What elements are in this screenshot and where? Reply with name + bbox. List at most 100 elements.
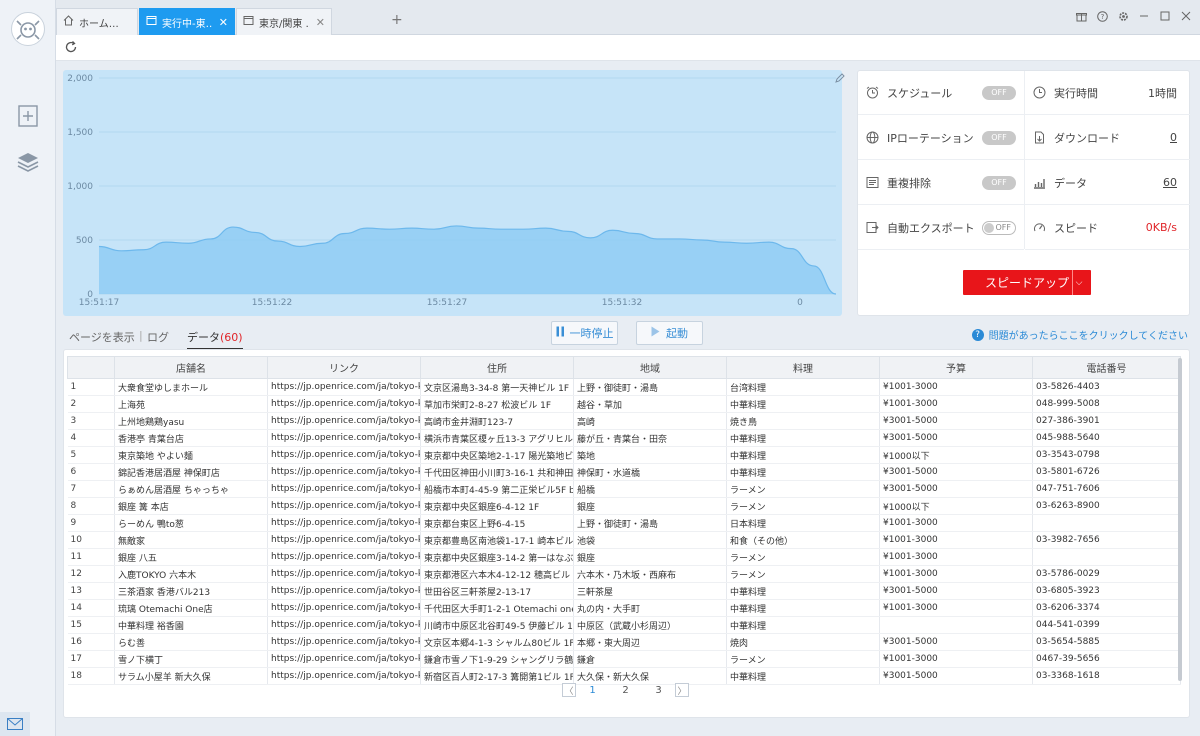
tab-page-view[interactable]: ページを表示	[69, 329, 135, 345]
ip-rotation-toggle[interactable]: OFF	[982, 130, 1016, 145]
run-time-label: 実行時間	[1054, 86, 1098, 100]
column-header[interactable]: 店舗名	[114, 356, 268, 379]
table-row[interactable]: 2上海苑https://jp.openrice.com/ja/tokyo-kan…	[67, 395, 1181, 413]
cell-link: https://jp.openrice.com/ja/tokyo-kanto/…	[267, 531, 421, 549]
pause-button[interactable]: 一時停止	[551, 321, 618, 345]
address-bar	[56, 35, 1200, 61]
table-row[interactable]: 9 らーめん 鴨to葱 https://jp.openrice.com/ja/tok…	[67, 514, 1181, 532]
table-row[interactable]: 15 中華料理 裕香園 https://jp.openrice.com/ja/tok…	[67, 616, 1181, 634]
column-header[interactable]: 料理	[726, 356, 880, 379]
cell-cuisine: ラーメン	[726, 480, 880, 498]
data-count-value[interactable]: 60	[1163, 176, 1177, 189]
help-link[interactable]: ? 問題があったらここをクリックしてください	[971, 327, 1188, 342]
column-header[interactable]: 電話番号	[1032, 356, 1181, 379]
cell-row-index: 17	[67, 650, 115, 668]
new-tab-button[interactable]: +	[391, 12, 403, 28]
table-row[interactable]: 6 錦記香港居酒屋 神保町店 https://jp.openrice.com/ja/…	[67, 463, 1181, 481]
table-row[interactable]: 12 入鹿TOKYO 六本木 https://jp.openrice.com/ja/…	[67, 565, 1181, 583]
page-icon	[146, 15, 157, 29]
layers-icon[interactable]	[16, 150, 40, 174]
cell-link: https://jp.openrice.com/ja/tokyo-kanto/…	[267, 497, 421, 515]
schedule-row: スケジュール OFF	[858, 71, 1024, 115]
table-row[interactable]: 14 琉璃 Otemachi One店 https://jp.openrice.co…	[67, 599, 1181, 617]
close-icon[interactable]: ✕	[219, 16, 228, 29]
tab-log[interactable]: ログ	[147, 329, 169, 345]
cell-link: https://jp.openrice.com/ja/tokyo-kanto/…	[267, 633, 421, 651]
cell-row-index: 3	[67, 412, 115, 430]
tab-data[interactable]: データ(60)	[187, 329, 243, 350]
cell-address: 文京区湯島3-34-8 第一天神ビル 1F	[420, 378, 574, 396]
column-header[interactable]: リンク	[267, 356, 421, 379]
tab-tokyo[interactable]: 東京/関東 … ✕	[236, 8, 332, 35]
settings-icon[interactable]	[1117, 9, 1129, 23]
cell-address: 千代田区大手町1-2-1 Otemachi one B…	[420, 599, 574, 617]
start-button[interactable]: 起動	[636, 321, 703, 345]
tab-data-count: (60)	[220, 331, 243, 344]
page-number[interactable]: 1	[576, 685, 609, 696]
help-icon[interactable]: ?	[1096, 9, 1108, 23]
cell-phone: 03-6805-3923	[1032, 582, 1181, 600]
cell-cuisine: ラーメン	[726, 650, 880, 668]
refresh-icon[interactable]	[64, 40, 80, 56]
download-value[interactable]: 0	[1170, 131, 1177, 144]
cell-area: 本郷・東大周辺	[573, 633, 727, 651]
cell-row-index: 11	[67, 548, 115, 566]
mail-icon[interactable]	[0, 712, 30, 736]
column-header[interactable]: 地域	[573, 356, 727, 379]
cell-phone: 03-5801-6726	[1032, 463, 1181, 481]
cell-cuisine: 中華料理	[726, 616, 880, 634]
table-row[interactable]: 18 サラム小屋羊 新大久保 https://jp.openrice.com/ja/…	[67, 667, 1181, 685]
close-icon[interactable]: ✕	[316, 16, 325, 29]
table-row[interactable]: 11 銀座 八五 https://jp.openrice.com/ja/tokyo-…	[67, 548, 1181, 566]
auto-export-toggle[interactable]: OFF	[982, 220, 1016, 235]
table-row[interactable]: 4 香港亭 青葉台店 https://jp.openrice.com/ja/toky…	[67, 429, 1181, 447]
dedupe-row: 重複排除 OFF	[858, 161, 1024, 205]
cell-row-index: 4	[67, 429, 115, 447]
cell-address: 草加市栄町2-8-27 松波ビル 1F	[420, 395, 574, 413]
cell-shop-name: 上海苑	[114, 395, 268, 413]
page-number[interactable]: 3	[642, 685, 675, 696]
dedupe-toggle[interactable]: OFF	[982, 175, 1016, 190]
table-row[interactable]: 8 銀座 篝 本店 https://jp.openrice.com/ja/tokyo…	[67, 497, 1181, 515]
y-tick-label: 2,000	[67, 74, 93, 84]
table-row[interactable]: 17 雪ノ下横丁 https://jp.openrice.com/ja/tokyo-…	[67, 650, 1181, 668]
prev-page-icon[interactable]: 〈	[562, 683, 576, 697]
x-tick-label: 15:51:32	[602, 298, 642, 308]
cell-link: https://jp.openrice.com/ja/tokyo-kanto/…	[267, 446, 421, 464]
cell-budget: ¥1001-3000	[879, 514, 1033, 532]
cell-shop-name: 三茶酒家 香港バル213	[114, 582, 268, 600]
cell-area: 上野・御徒町・湯島	[573, 514, 727, 532]
table-row[interactable]: 10無敵家https://jp.openrice.com/ja/tokyo-ka…	[67, 531, 1181, 549]
speed-up-dropdown[interactable]: ⌵	[1072, 270, 1085, 295]
cell-row-index: 1	[67, 378, 115, 396]
data-count-label: データ	[1054, 176, 1087, 190]
cell-budget: ¥3001-5000	[879, 412, 1033, 430]
cell-area: 三軒茶屋	[573, 582, 727, 600]
vertical-scrollbar[interactable]	[1178, 358, 1182, 681]
tab-running[interactable]: 実行中-東… ✕	[139, 8, 235, 35]
table-row[interactable]: 7 らぁめん居酒屋 ちゃっちゃ https://jp.openrice.com/ja…	[67, 480, 1181, 498]
minimize-icon[interactable]	[1138, 9, 1150, 23]
cell-cuisine: 焼肉	[726, 633, 880, 651]
column-header[interactable]: 住所	[420, 356, 574, 379]
cell-phone: 0467-39-5656	[1032, 650, 1181, 668]
maximize-icon[interactable]	[1159, 9, 1171, 23]
next-page-icon[interactable]: 〉	[675, 683, 689, 697]
tab-home[interactable]: ホーム…	[56, 8, 138, 35]
download-label: ダウンロード	[1054, 131, 1120, 145]
table-row[interactable]: 13 三茶酒家 香港バル213 https://jp.openrice.com/ja…	[67, 582, 1181, 600]
gift-icon[interactable]	[1075, 9, 1087, 23]
tab-separator: |	[139, 329, 143, 342]
column-header[interactable]: 予算	[879, 356, 1033, 379]
close-window-icon[interactable]	[1180, 9, 1192, 23]
cell-cuisine: 和食（その他）	[726, 531, 880, 549]
table-row[interactable]: 16らむ善https://jp.openrice.com/ja/tokyo-ka…	[67, 633, 1181, 651]
table-row[interactable]: 3 上州地鶏鶏yasu https://jp.openrice.com/ja/tok…	[67, 412, 1181, 430]
cell-phone: 045-988-5640	[1032, 429, 1181, 447]
table-row[interactable]: 1 大衆食堂ゆしまホール https://jp.openrice.com/ja/to…	[67, 378, 1181, 396]
page-number[interactable]: 2	[609, 685, 642, 696]
chart-canvas: 2,000 1,500 1,000 500 0 15:51:17 15:51:22 15:51…	[67, 74, 837, 308]
new-task-icon[interactable]	[16, 104, 40, 128]
table-row[interactable]: 5 東京築地 やよい麺 https://jp.openrice.com/ja/tok…	[67, 446, 1181, 464]
schedule-toggle[interactable]: OFF	[982, 85, 1016, 100]
